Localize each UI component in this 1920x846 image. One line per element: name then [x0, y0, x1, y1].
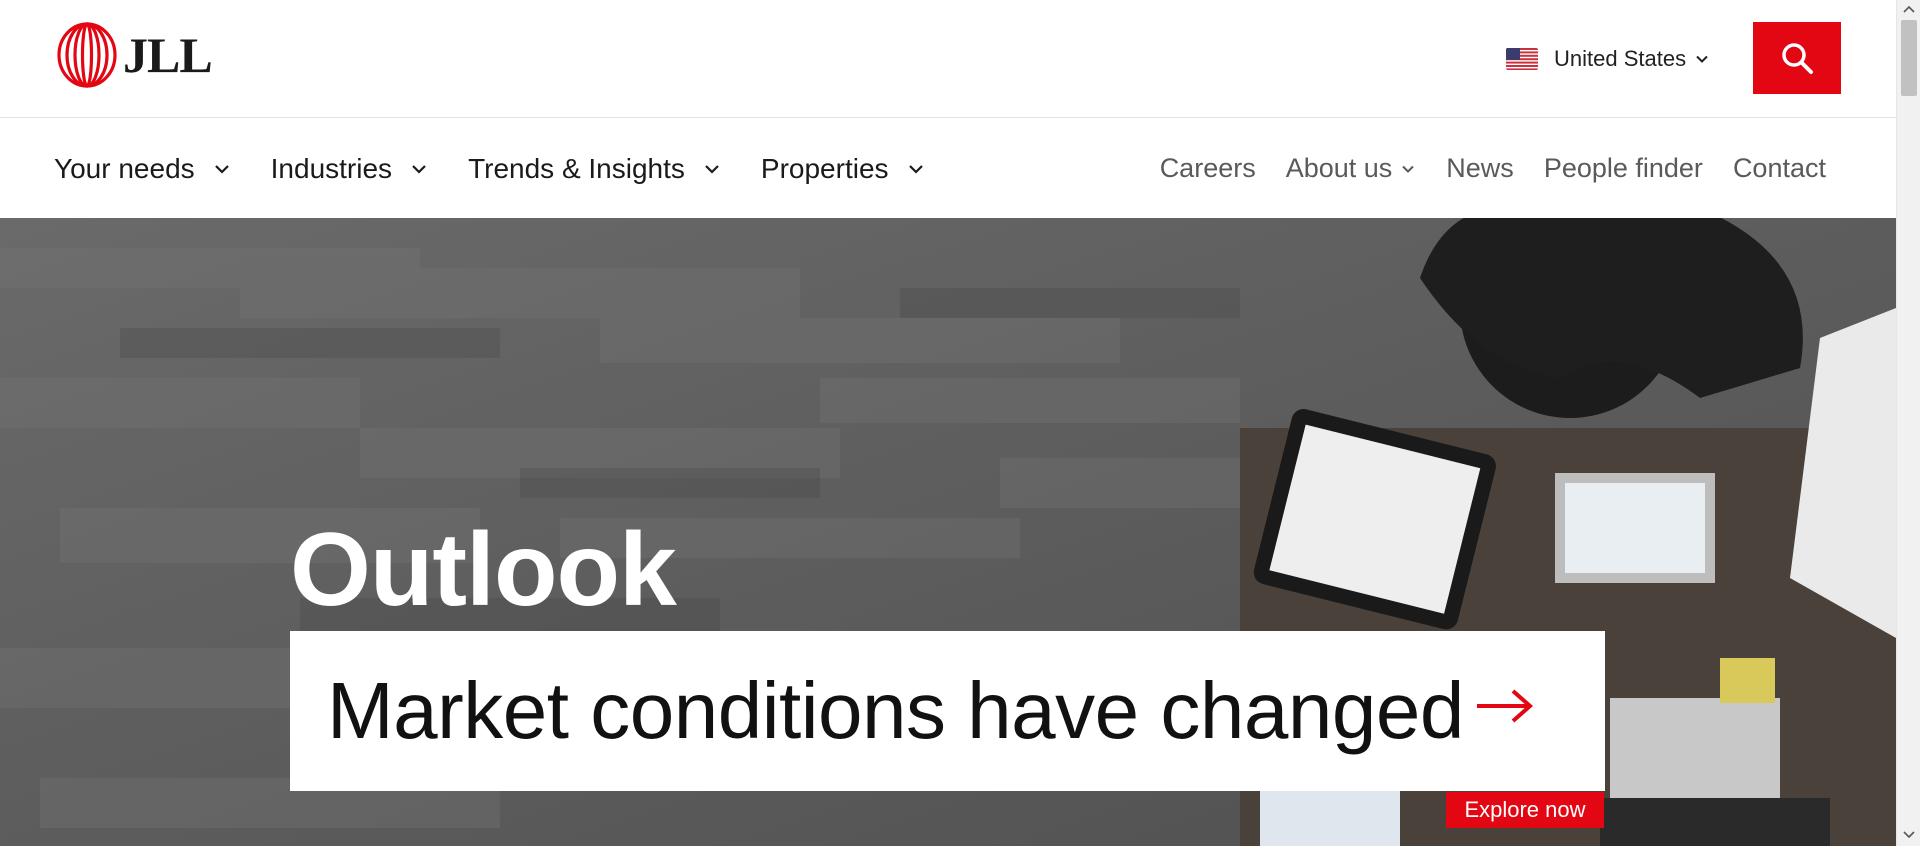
top-bar: JLL United States: [0, 0, 1896, 118]
arrow-right-icon: [1477, 689, 1534, 723]
util-link-label: Careers: [1159, 153, 1256, 183]
nav-item-your-needs[interactable]: Your needs: [54, 153, 231, 185]
scrollbar-thumb[interactable]: [1901, 20, 1917, 96]
util-link-contact[interactable]: Contact: [1733, 153, 1826, 184]
country-label: United States: [1554, 46, 1687, 71]
scroll-up-arrow-icon[interactable]: [1903, 4, 1915, 14]
utility-nav: Careers About us News People finder Cont…: [1130, 119, 1826, 218]
explore-now-button[interactable]: Explore now: [1446, 792, 1604, 828]
chevron-down-icon: [214, 164, 229, 174]
util-link-careers[interactable]: Careers: [1160, 153, 1256, 184]
nav-item-label: Your needs: [54, 152, 195, 184]
nav-item-label: Trends & Insights: [468, 152, 685, 184]
country-selector[interactable]: United States: [1506, 44, 1710, 74]
hero-card-link[interactable]: Market conditions have changed: [290, 631, 1605, 791]
chevron-down-icon: [1696, 55, 1708, 63]
util-link-label: Contact: [1732, 153, 1826, 183]
main-navigation: Your needs Industries Trends & Insights …: [0, 119, 1896, 218]
scroll-down-arrow-icon[interactable]: [1903, 830, 1915, 840]
chevron-down-icon: [412, 164, 426, 174]
chevron-down-icon: [1402, 165, 1415, 173]
logo-text: JLL: [123, 27, 213, 83]
util-link-people-finder[interactable]: People finder: [1544, 153, 1703, 184]
util-link-label: People finder: [1543, 153, 1703, 183]
nav-item-properties[interactable]: Properties: [761, 153, 925, 185]
chevron-down-icon: [705, 164, 719, 174]
jll-logo[interactable]: JLL: [55, 22, 213, 88]
hero-title: Outlook: [290, 512, 677, 628]
nav-item-industries[interactable]: Industries: [271, 153, 428, 185]
us-flag-icon: [1506, 48, 1538, 70]
search-button[interactable]: [1753, 22, 1841, 94]
jll-logo-mark-icon: [57, 22, 117, 88]
util-link-label: News: [1446, 153, 1514, 183]
chevron-down-icon: [908, 164, 923, 174]
hero-banner: Outlook Market conditions have changed E…: [0, 218, 1896, 846]
nav-item-trends-insights[interactable]: Trends & Insights: [468, 153, 721, 185]
page-scrollbar[interactable]: [1896, 0, 1920, 846]
nav-item-label: Properties: [760, 152, 889, 184]
util-link-news[interactable]: News: [1446, 153, 1514, 184]
util-link-label: About us: [1285, 153, 1393, 183]
primary-nav: Your needs Industries Trends & Insights …: [54, 119, 965, 218]
nav-item-label: Industries: [270, 152, 393, 184]
util-link-about-us[interactable]: About us: [1286, 153, 1417, 184]
search-icon: [1782, 43, 1813, 74]
hero-card-text: Market conditions have changed: [327, 666, 1464, 755]
